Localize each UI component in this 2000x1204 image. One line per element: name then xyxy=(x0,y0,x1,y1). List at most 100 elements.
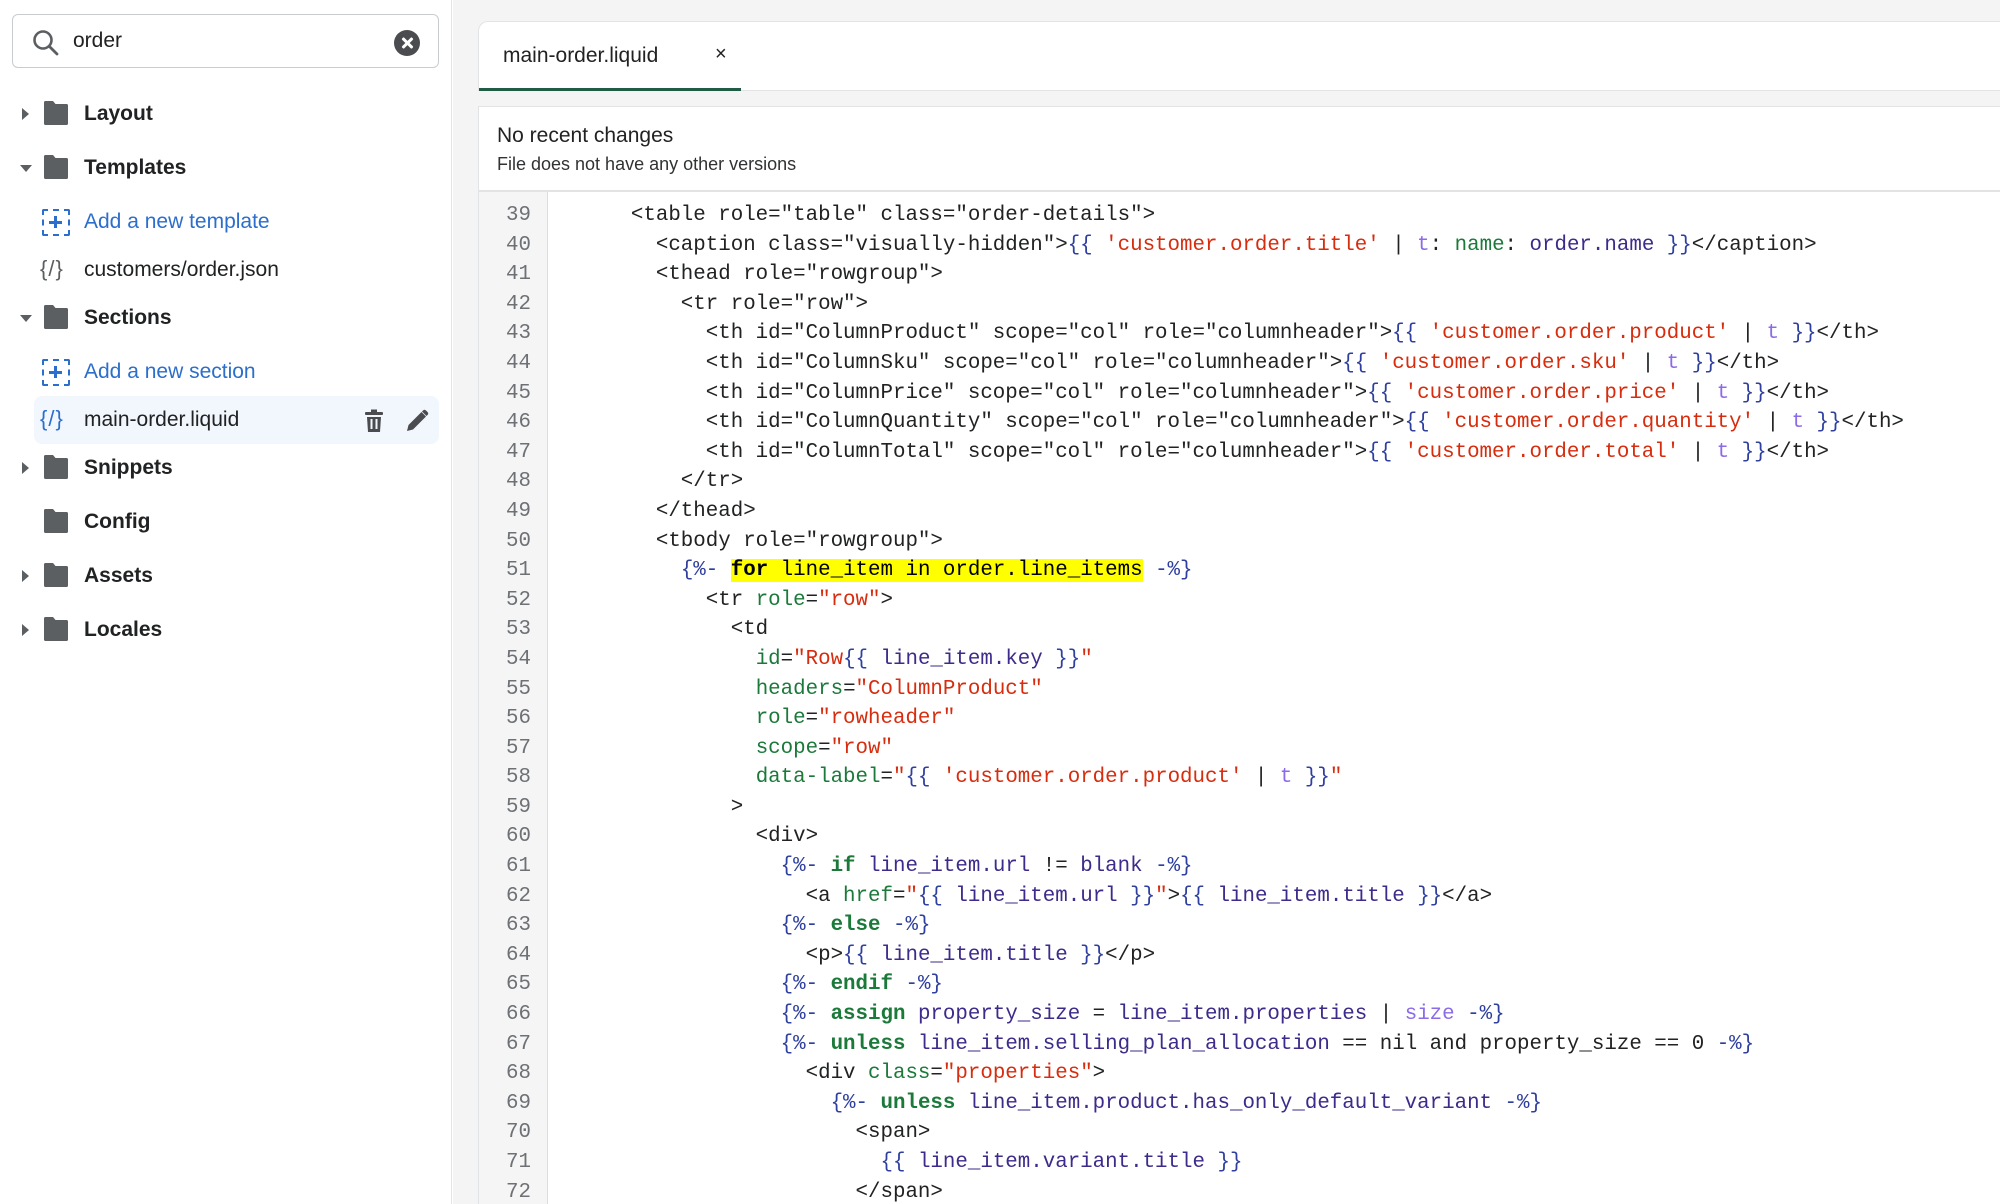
line-code: {%- endif -%} xyxy=(556,970,943,1000)
code-line[interactable]: 71 {{ line_item.variant.title }} xyxy=(479,1148,2000,1178)
link-add-a-new-section[interactable]: Add a new section xyxy=(0,348,452,396)
code-line[interactable]: 48 </tr> xyxy=(479,467,2000,497)
token-var: line_item.url xyxy=(868,855,1031,879)
code-line[interactable]: 61 {%- if line_item.url != blank -%} xyxy=(479,852,2000,882)
code-line[interactable]: 56 role="rowheader" xyxy=(479,704,2000,734)
code-line[interactable]: 44 <th id="ColumnSku" scope="col" role="… xyxy=(479,349,2000,379)
file-search-box[interactable] xyxy=(12,14,439,68)
clear-circle-icon[interactable] xyxy=(394,30,420,56)
folder-snippets[interactable]: Snippets xyxy=(0,444,452,492)
caret-right-icon[interactable] xyxy=(22,624,29,636)
code-line[interactable]: 52 <tr role="row"> xyxy=(479,586,2000,616)
line-code: {%- unless line_item.selling_plan_alloca… xyxy=(556,1030,1755,1060)
code-line[interactable]: 49 </thead> xyxy=(479,497,2000,527)
pencil-icon[interactable] xyxy=(404,408,430,434)
code-line[interactable]: 67 {%- unless line_item.selling_plan_all… xyxy=(479,1030,2000,1060)
file-search-input[interactable] xyxy=(73,23,393,59)
code-line[interactable]: 65 {%- endif -%} xyxy=(479,970,2000,1000)
folder-sections[interactable]: Sections xyxy=(0,294,452,342)
code-line[interactable]: 39 <table role="table" class="order-deta… xyxy=(479,201,2000,231)
code-line[interactable]: 70 <span> xyxy=(479,1118,2000,1148)
file-customers-order-json[interactable]: {/} customers/order.json xyxy=(0,246,452,294)
line-code: <a href="{{ line_item.url }}">{{ line_it… xyxy=(556,882,1493,912)
code-line[interactable]: 41 <thead role="rowgroup"> xyxy=(479,260,2000,290)
code-line[interactable]: 69 {%- unless line_item.product.has_only… xyxy=(479,1089,2000,1119)
caret-down-icon[interactable] xyxy=(20,315,32,322)
line-number: 47 xyxy=(506,440,531,464)
folder-config[interactable]: Config xyxy=(0,498,452,546)
token-txt: = xyxy=(1080,1003,1118,1027)
caret-right-icon[interactable] xyxy=(22,462,29,474)
line-code: {{ line_item.variant.title }} xyxy=(556,1148,1242,1178)
code-line[interactable]: 63 {%- else -%} xyxy=(479,911,2000,941)
caret-right-icon[interactable] xyxy=(22,570,29,582)
token-txt: == nil and property_size == 0 xyxy=(1329,1032,1717,1056)
line-number: 64 xyxy=(506,943,531,967)
token-dl: {{ xyxy=(1367,381,1405,405)
code-line[interactable]: 60 <div> xyxy=(479,822,2000,852)
line-code: > xyxy=(556,793,743,823)
code-line[interactable]: 64 <p>{{ line_item.title }}</p> xyxy=(479,941,2000,971)
line-number: 67 xyxy=(506,1032,531,1056)
code-line[interactable]: 72 </span> xyxy=(479,1178,2000,1204)
code-line[interactable]: 66 {%- assign property_size = line_item.… xyxy=(479,1000,2000,1030)
code-line[interactable]: 50 <tbody role="rowgroup"> xyxy=(479,527,2000,557)
token-dl: }} xyxy=(1729,440,1767,464)
token-str: 'customer.order.product' xyxy=(942,766,1243,790)
token-txt: = xyxy=(843,677,856,701)
token-str: 'customer.order.quantity' xyxy=(1442,411,1755,435)
code-line[interactable]: 62 <a href="{{ line_item.url }}">{{ line… xyxy=(479,882,2000,912)
token-txt: = xyxy=(930,1062,943,1086)
line-code: role="rowheader" xyxy=(556,704,956,734)
token-var: line_item.product.has_only_default_varia… xyxy=(967,1091,1493,1115)
token-txt: </caption> xyxy=(1691,233,1817,257)
token-str: " xyxy=(905,884,918,908)
token-str: "rowheader" xyxy=(818,707,956,731)
token-hl: line_item in order.line_items xyxy=(768,559,1143,583)
folder-locales[interactable]: Locales xyxy=(0,606,452,654)
tab-main-order-liquid[interactable]: main-order.liquid × xyxy=(479,22,741,91)
code-line[interactable]: 46 <th id="ColumnQuantity" scope="col" r… xyxy=(479,408,2000,438)
token-txt: </th> xyxy=(1766,440,1830,464)
token-var: blank xyxy=(1080,855,1143,879)
trash-icon[interactable] xyxy=(361,408,387,434)
token-var: line_item.selling_plan_allocation xyxy=(917,1032,1330,1056)
folder-templates[interactable]: Templates xyxy=(0,144,452,192)
code-line[interactable]: 45 <th id="ColumnPrice" scope="col" role… xyxy=(479,379,2000,409)
code-line[interactable]: 59 > xyxy=(479,793,2000,823)
caret-down-icon[interactable] xyxy=(20,165,32,172)
add-dashed-square-icon xyxy=(42,209,70,236)
token-dl: }} xyxy=(1779,322,1817,346)
folder-assets[interactable]: Assets xyxy=(0,552,452,600)
code-line[interactable]: 68 <div class="properties"> xyxy=(479,1059,2000,1089)
code-line[interactable]: 57 scope="row" xyxy=(479,734,2000,764)
close-icon[interactable]: × xyxy=(715,43,727,66)
line-number: 40 xyxy=(506,233,531,257)
link-add-a-new-template[interactable]: Add a new template xyxy=(0,198,452,246)
token-dl: }} xyxy=(1204,1151,1243,1174)
version-history-panel: No recent changes File does not have any… xyxy=(478,106,2000,191)
code-line[interactable]: 54 id="Row{{ line_item.key }}" xyxy=(479,645,2000,675)
token-attr: role xyxy=(755,707,806,731)
code-lines[interactable]: 39 <table role="table" class="order-deta… xyxy=(479,201,2000,1204)
caret-right-icon[interactable] xyxy=(22,108,29,120)
token-var: line_item.key xyxy=(880,647,1043,671)
line-code: {%- if line_item.url != blank -%} xyxy=(556,852,1193,882)
folder-layout[interactable]: Layout xyxy=(0,90,452,138)
code-line[interactable]: 40 <caption class="visually-hidden">{{ '… xyxy=(479,231,2000,261)
code-editor[interactable]: 39 <table role="table" class="order-deta… xyxy=(478,191,2000,1204)
file-main-order-liquid[interactable]: {/} main-order.liquid xyxy=(34,396,439,444)
code-line[interactable]: 47 <th id="ColumnTotal" scope="col" role… xyxy=(479,438,2000,468)
code-line[interactable]: 43 <th id="ColumnProduct" scope="col" ro… xyxy=(479,319,2000,349)
code-line[interactable]: 53 <td xyxy=(479,615,2000,645)
code-line[interactable]: 42 <tr role="row"> xyxy=(479,290,2000,320)
code-line[interactable]: 51 {%- for line_item in order.line_items… xyxy=(479,556,2000,586)
token-txt: | xyxy=(1629,351,1667,375)
line-code: scope="row" xyxy=(556,734,893,764)
code-line[interactable]: 55 headers="ColumnProduct" xyxy=(479,675,2000,705)
line-code: <thead role="rowgroup"> xyxy=(556,260,943,290)
code-line[interactable]: 58 data-label="{{ 'customer.order.produc… xyxy=(479,763,2000,793)
